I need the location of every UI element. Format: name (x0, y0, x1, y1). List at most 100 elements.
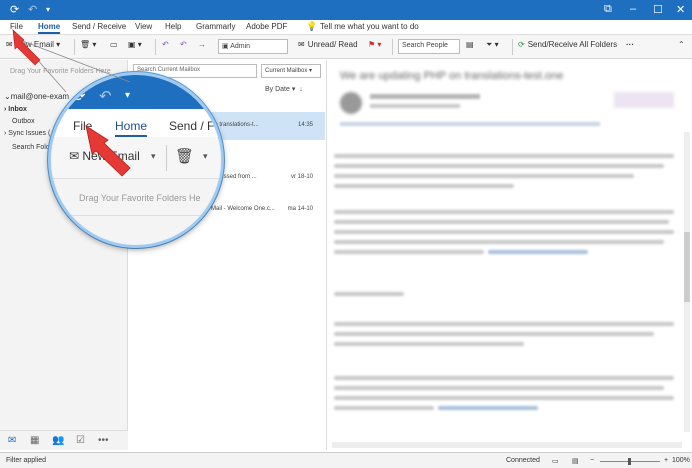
ribbon-display-icon[interactable]: ⧉ (604, 3, 612, 16)
body-link[interactable] (438, 406, 538, 410)
vertical-scrollbar[interactable] (684, 132, 690, 432)
more-icon[interactable]: ••• (98, 435, 109, 446)
body-line (334, 230, 674, 234)
customize-quick-access-icon: ▾ (125, 90, 131, 101)
body-line (334, 386, 664, 390)
body-line (334, 396, 674, 400)
body-line (334, 164, 664, 168)
menu-bar: File Home Send / Receive View Help Gramm… (0, 20, 692, 35)
tab-file[interactable]: File (73, 119, 92, 133)
chevron-down-icon[interactable]: ▾ (151, 151, 156, 162)
zoom-slider-knob[interactable] (628, 458, 631, 465)
tell-me-search[interactable]: Tell me what you want to do (320, 22, 419, 31)
body-line (334, 210, 674, 214)
zoom-slider[interactable] (600, 458, 660, 465)
undo-icon[interactable]: ↶ (28, 3, 37, 16)
move-icon[interactable]: ▣ ▾ (128, 40, 142, 49)
separator (512, 39, 513, 55)
zoom-in-icon[interactable]: + (664, 457, 668, 464)
message-subject: We are updating PHP on translations-test… (340, 70, 564, 82)
flag-icon[interactable]: ⚑ ▾ (368, 40, 381, 49)
trash-icon: 🗑 (80, 40, 91, 49)
body-line (334, 406, 434, 410)
body-line (334, 342, 524, 346)
lightbulb-icon: 💡 (306, 21, 318, 31)
tab-home[interactable]: Home (115, 119, 148, 137)
sort-by-button[interactable]: By Date ▾ ↓ (265, 85, 303, 93)
tab-grammarly[interactable]: Grammarly (196, 22, 236, 31)
title-bar: ⟳ ↶ ▾ ⧉ – ☐ ✕ (0, 0, 692, 20)
tab-home[interactable]: Home (38, 22, 61, 34)
magnifier-callout: ⟳ ↶ ▾ File Home Send / F ✉ New Email ▾ 🗑… (48, 72, 224, 248)
body-line (334, 240, 664, 244)
mail-icon[interactable]: ✉ (8, 435, 16, 446)
filter-icon[interactable]: ⏷ ▾ (486, 40, 499, 50)
sender-avatar (340, 92, 362, 114)
minimize-button[interactable]: – (630, 3, 636, 15)
sync-icon[interactable]: ⟳ (10, 3, 19, 16)
envelope-icon: ✉ (6, 40, 13, 49)
archive-icon[interactable]: ▭ (110, 40, 118, 49)
collapse-ribbon-icon[interactable]: ⌃ (678, 40, 685, 49)
body-line (334, 322, 674, 326)
zoom-out-icon[interactable]: − (590, 457, 594, 464)
unread-read-button[interactable]: ✉ Unread/ Read (298, 40, 358, 49)
reading-view-icon[interactable]: ▤ (572, 457, 579, 465)
reply-all-icon[interactable]: ↶ (180, 40, 187, 49)
people-icon[interactable]: 👥 (52, 435, 64, 446)
address-book-icon[interactable]: ▤ (466, 40, 474, 49)
separator (155, 39, 156, 55)
favorites-drag-hint: Drag Your Favorite Folders He (79, 193, 201, 203)
mail-date: ma 14-10 (287, 206, 313, 212)
new-email-button[interactable]: ✉ New Email (69, 149, 140, 163)
search-scope-select[interactable]: Current Mailbox ▾ (261, 64, 321, 78)
magnified-ribbon: ✉ New Email ▾ 🗑 ▾ (51, 137, 221, 179)
tab-send-receive[interactable]: Send / Receive (72, 22, 126, 31)
mail-date: 14:35 (297, 122, 313, 128)
horizontal-scrollbar[interactable] (332, 442, 682, 448)
more-commands-icon[interactable]: ··· (626, 40, 634, 49)
normal-view-icon[interactable]: ▭ (552, 457, 559, 465)
quick-steps-box[interactable]: ▣ Admin (218, 39, 288, 54)
close-button[interactable]: ✕ (676, 3, 685, 16)
folder-inbox[interactable]: › Inbox (4, 106, 27, 113)
reply-actions[interactable] (614, 92, 674, 108)
trash-icon[interactable]: 🗑 (175, 147, 194, 165)
folder-sync-issues[interactable]: › Sync Issues ( (4, 130, 50, 137)
info-bar (340, 122, 600, 126)
calendar-icon[interactable]: ▦ (30, 435, 39, 446)
tab-send-receive[interactable]: Send / F (169, 119, 214, 133)
send-receive-all-button[interactable]: ⟳ Send/Receive All Folders (518, 40, 617, 49)
scrollbar-thumb[interactable] (684, 232, 690, 302)
module-switcher: ✉ ▦ 👥 ☑ ••• (0, 430, 128, 450)
chevron-down-icon[interactable]: ▾ (203, 151, 208, 162)
body-line (334, 154, 674, 158)
folder-search[interactable]: Search Fold (12, 144, 50, 151)
tab-file[interactable]: File (10, 22, 23, 31)
quick-step-icon: ▣ (222, 43, 231, 50)
body-line (334, 292, 404, 296)
tab-adobe-pdf[interactable]: Adobe PDF (246, 22, 287, 31)
body-link[interactable] (488, 250, 588, 254)
tab-help[interactable]: Help (165, 22, 181, 31)
favorites-drag-hint: Drag Your Favorite Folders Here (10, 68, 111, 75)
tasks-icon[interactable]: ☑ (76, 435, 85, 446)
new-email-button[interactable]: ✉ New Email ▾ (6, 40, 60, 49)
maximize-button[interactable]: ☐ (653, 3, 663, 16)
separator (166, 145, 167, 171)
delete-button[interactable]: 🗑 ▾ (80, 40, 96, 49)
body-line (334, 376, 674, 380)
folder-outbox[interactable]: Outbox (12, 118, 35, 125)
body-line (334, 184, 514, 188)
reply-icon[interactable]: ↶ (162, 40, 169, 49)
body-line (334, 332, 654, 336)
magnified-menu-bar: File Home Send / F (51, 109, 221, 137)
tab-view[interactable]: View (135, 22, 152, 31)
body-line (334, 250, 484, 254)
customize-quick-access-icon[interactable]: ▾ (46, 5, 50, 14)
forward-icon[interactable]: → (198, 40, 206, 49)
search-people-input[interactable]: Search People (398, 39, 460, 54)
sender-info (370, 94, 480, 99)
zoom-level: 100% (672, 457, 690, 464)
filter-status: Filter applied (6, 457, 47, 464)
